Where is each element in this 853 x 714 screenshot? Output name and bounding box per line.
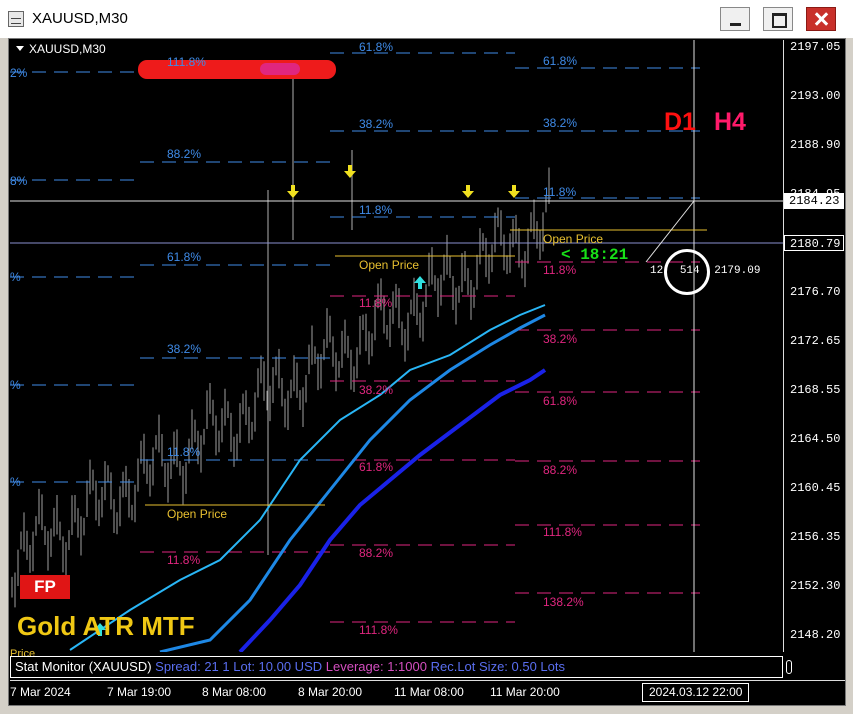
down-arrow-icon (344, 165, 356, 178)
fp-badge[interactable]: FP (20, 575, 70, 599)
fib-levels (10, 52, 700, 623)
price-tick: 2156.35 (790, 530, 841, 544)
fib-label: 11.8% (167, 553, 201, 567)
fib-label: 11.8% (543, 185, 577, 199)
time-tick: 7 Mar 2024 (10, 685, 71, 699)
price-tick: 2193.00 (790, 89, 841, 103)
price-tick: 2188.90 (790, 138, 841, 152)
fib-label: 8% (10, 174, 28, 188)
candle-countdown: < 18:21 (561, 246, 629, 264)
open-price-label: Open Price (167, 507, 228, 521)
fib-label: 11.8% (359, 203, 393, 217)
fib-label: 111.8% (167, 55, 206, 69)
minimize-button[interactable] (720, 7, 750, 31)
time-cursor-box: 2024.03.12 22:00 (642, 683, 750, 702)
time-tick: 11 Mar 08:00 (394, 685, 464, 699)
crosshair-price: 2179.09 (714, 265, 761, 277)
highlight-circle (664, 249, 710, 295)
open-price-label: Open Price (543, 232, 604, 246)
candles (11, 70, 550, 608)
time-tick: 7 Mar 19:00 (107, 685, 172, 699)
signal-arrows (287, 165, 520, 198)
price-tick: 2164.50 (790, 432, 841, 446)
fib-label: 88.2% (543, 463, 578, 477)
current-price-box: 2184.23 (784, 193, 844, 209)
stat-leverage: Leverage: 1:1000 (325, 659, 427, 674)
fib-label: 38.2% (543, 332, 578, 346)
terminal-window: XAUUSD,M30 XAUUSD,M30 2% 8% % % % 111.8%… (0, 0, 853, 714)
fib-label: 138.2% (543, 595, 584, 609)
timeframe-h4: H4 (714, 108, 746, 136)
down-arrow-icon (462, 185, 474, 198)
symbol-label: XAUUSD,M30 (16, 42, 106, 56)
price-tick: 2197.05 (790, 40, 841, 54)
price-axis[interactable]: 2197.05 2193.00 2188.90 2184.95 2176.70 … (783, 40, 845, 652)
fib-label: 61.8% (543, 394, 578, 408)
window-title: XAUUSD,M30 (32, 10, 128, 27)
fib-label: 38.2% (543, 116, 578, 130)
highlight-bar-inner (260, 63, 300, 75)
down-arrow-icon (287, 185, 299, 198)
fib-label: 61.8% (359, 40, 394, 54)
chart-window-icon (8, 11, 24, 27)
fib-label: 88.2% (359, 546, 394, 560)
fib-label: 111.8% (543, 525, 582, 539)
fib-label: 38.2% (167, 342, 202, 356)
fib-label: 38.2% (359, 117, 394, 131)
stat-rec-lot: Rec.Lot Size: 0.50 Lots (430, 659, 566, 674)
price-tick: 2172.65 (790, 334, 841, 348)
time-tick: 11 Mar 20:00 (490, 685, 560, 699)
scroll-indicator-icon[interactable] (786, 660, 792, 674)
price-tick: 2152.30 (790, 579, 841, 593)
fib-label: % (10, 475, 21, 489)
price-tick: 2176.70 (790, 285, 841, 299)
up-arrow-icon (414, 276, 426, 289)
stat-lot: 1 Lot: 10.00 USD (222, 659, 323, 674)
open-price-label: Open Price (359, 258, 420, 272)
price-tick: 2160.45 (790, 481, 841, 495)
down-arrow-icon (508, 185, 520, 198)
fib-label: 2% (10, 66, 28, 80)
time-tick: 8 Mar 20:00 (298, 685, 363, 699)
fib-label: 111.8% (359, 623, 398, 637)
fib-label: 11.8% (543, 263, 577, 277)
price-tick: 2148.20 (790, 628, 841, 642)
indicator-title: Gold ATR MTF (17, 611, 195, 641)
fib-label: 88.2% (167, 147, 202, 161)
fib-label: 11.8% (359, 296, 393, 310)
fib-label: % (10, 378, 21, 392)
close-button[interactable] (806, 7, 836, 31)
fib-label: % (10, 270, 21, 284)
title-bar[interactable]: XAUUSD,M30 (0, 0, 853, 38)
timeframe-d1: D1 (664, 108, 696, 136)
stat-spread: Spread: 21 (155, 659, 219, 674)
price-tick: 2168.55 (790, 383, 841, 397)
fib-label: 38.2% (359, 383, 394, 397)
crosshair-bars: 12 (650, 265, 664, 277)
fib-label: 61.8% (543, 54, 578, 68)
time-axis[interactable]: 7 Mar 2024 7 Mar 19:00 8 Mar 08:00 8 Mar… (10, 680, 845, 704)
ma-mid-line (159, 313, 546, 652)
fib-label: 61.8% (167, 250, 202, 264)
stat-monitor: Stat Monitor (XAUUSD) Spread: 21 1 Lot: … (10, 656, 783, 678)
ref-price-box: 2180.79 (784, 235, 844, 251)
ma-dark-line (238, 368, 547, 652)
fib-label: 61.8% (359, 460, 394, 474)
maximize-button[interactable] (763, 7, 793, 31)
fib-label: 11.8% (167, 445, 201, 459)
stat-label: Stat Monitor (XAUUSD) (15, 659, 152, 674)
time-tick: 8 Mar 08:00 (202, 685, 267, 699)
